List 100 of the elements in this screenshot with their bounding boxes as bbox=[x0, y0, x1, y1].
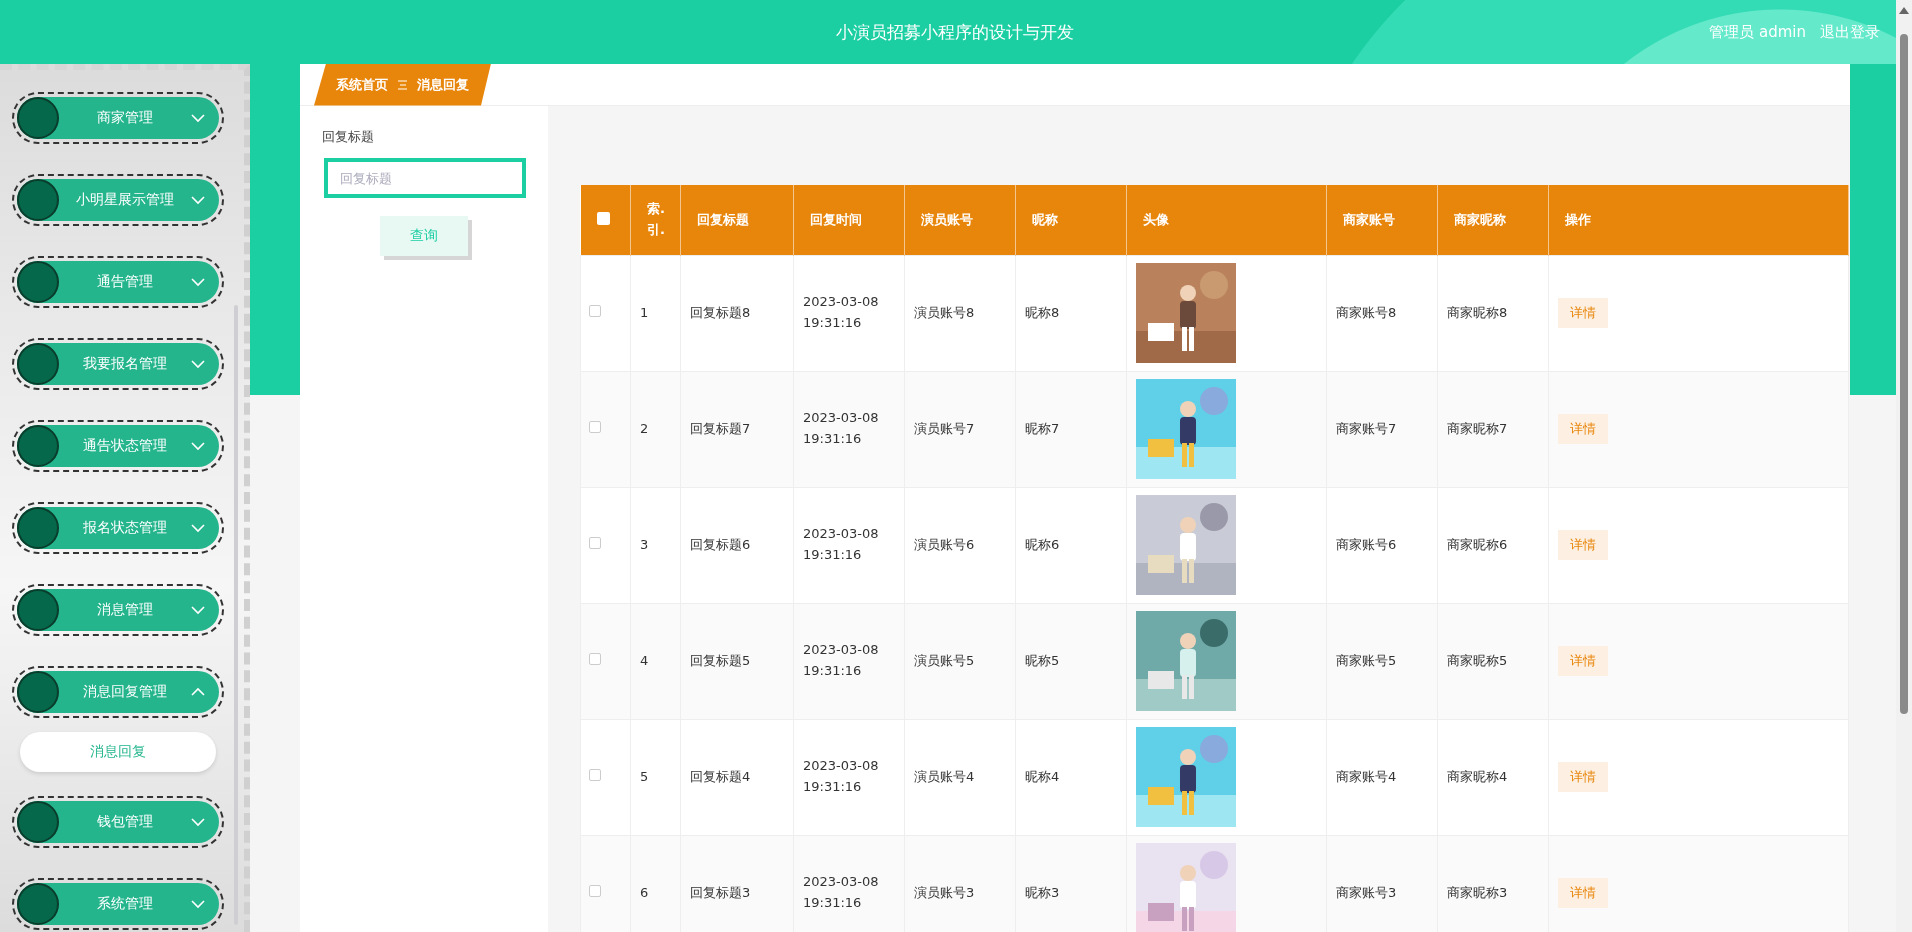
circle-icon bbox=[17, 97, 59, 139]
table-cell: 演员账号8 bbox=[914, 304, 975, 320]
sidebar-scrollbar[interactable] bbox=[234, 305, 238, 925]
column-header: 演员账号 bbox=[921, 211, 973, 227]
circle-icon bbox=[17, 507, 59, 549]
table-cell: 演员账号5 bbox=[914, 652, 975, 668]
detail-button[interactable]: 详情 bbox=[1558, 298, 1608, 328]
circle-icon bbox=[17, 343, 59, 385]
column-header: 回复标题 bbox=[697, 211, 749, 227]
chevron-down-icon bbox=[191, 523, 205, 533]
detail-button[interactable]: 详情 bbox=[1558, 762, 1608, 792]
table-cell: 商家账号4 bbox=[1336, 768, 1397, 784]
circle-icon bbox=[17, 425, 59, 467]
table-cell: 商家昵称8 bbox=[1447, 304, 1508, 320]
row-checkbox[interactable] bbox=[589, 768, 601, 781]
circle-icon bbox=[17, 589, 59, 631]
circle-icon bbox=[17, 671, 59, 713]
table-cell: 5 bbox=[640, 768, 649, 784]
detail-button[interactable]: 详情 bbox=[1558, 530, 1608, 560]
circle-icon bbox=[17, 801, 59, 843]
breadcrumb-link[interactable]: 系统首页 bbox=[336, 75, 388, 94]
table-cell: 商家昵称4 bbox=[1447, 768, 1508, 784]
table-cell: 商家昵称5 bbox=[1447, 652, 1508, 668]
menu-item[interactable]: 小明星展示管理 bbox=[12, 174, 224, 226]
app-title: 小演员招募小程序的设计与开发 bbox=[834, 20, 1075, 44]
chevron-down-icon bbox=[191, 113, 205, 123]
menu-item[interactable]: 消息管理 bbox=[12, 584, 224, 636]
circle-icon bbox=[17, 179, 59, 221]
row-checkbox[interactable] bbox=[589, 304, 601, 317]
title-search-field[interactable]: 回复标题 bbox=[324, 158, 526, 198]
column-header: 昵称 bbox=[1032, 211, 1058, 227]
column-header: 商家昵称 bbox=[1454, 211, 1506, 227]
table-cell: 回复标题5 bbox=[690, 652, 751, 668]
table-cell: 昵称6 bbox=[1025, 536, 1060, 552]
table-cell: 演员账号3 bbox=[914, 884, 975, 900]
column-header: 索.引. bbox=[647, 199, 665, 239]
column-header: 商家账号 bbox=[1343, 211, 1395, 227]
page-scrollbar[interactable] bbox=[1896, 0, 1912, 932]
table-cell: 商家账号8 bbox=[1336, 304, 1397, 320]
menu-item[interactable]: 消息回复管理 bbox=[12, 666, 224, 718]
separator-icon bbox=[398, 79, 407, 90]
logout-link[interactable]: 退出登录 bbox=[1820, 22, 1880, 42]
field-label: 回复标题 bbox=[322, 128, 375, 146]
menu-item[interactable]: 我要报名管理 bbox=[12, 338, 224, 390]
table-cell: 回复标题3 bbox=[690, 884, 751, 900]
row-checkbox[interactable] bbox=[589, 884, 601, 897]
column-header: 头像 bbox=[1143, 211, 1169, 227]
table-cell: 2023-03-08 19:31:16 bbox=[803, 642, 879, 678]
table-cell: 2023-03-08 19:31:16 bbox=[803, 294, 879, 330]
table-cell: 回复标题6 bbox=[690, 536, 751, 552]
table-cell: 商家账号6 bbox=[1336, 536, 1397, 552]
table-cell: 昵称5 bbox=[1025, 652, 1060, 668]
select-all-checkbox[interactable] bbox=[596, 211, 610, 225]
table-cell: 回复标题4 bbox=[690, 768, 751, 784]
table-cell: 商家昵称6 bbox=[1447, 536, 1508, 552]
table-cell: 回复标题8 bbox=[690, 304, 751, 320]
menu-item[interactable]: 系统管理 bbox=[12, 878, 224, 930]
chevron-down-icon bbox=[191, 277, 205, 287]
table-cell: 昵称4 bbox=[1025, 768, 1060, 784]
table-cell: 商家昵称7 bbox=[1447, 420, 1508, 436]
row-checkbox[interactable] bbox=[589, 420, 601, 433]
table-cell: 2 bbox=[640, 420, 649, 436]
table-cell: 2023-03-08 19:31:16 bbox=[803, 410, 879, 446]
table-cell: 2023-03-08 19:31:16 bbox=[803, 526, 879, 562]
table-cell: 昵称7 bbox=[1025, 420, 1060, 436]
row-checkbox[interactable] bbox=[589, 536, 601, 549]
menu-item[interactable]: 通告状态管理 bbox=[12, 420, 224, 472]
table-cell: 2023-03-08 19:31:16 bbox=[803, 874, 879, 910]
table-cell: 昵称8 bbox=[1025, 304, 1060, 320]
table-cell: 演员账号4 bbox=[914, 768, 975, 784]
row-checkbox[interactable] bbox=[589, 652, 601, 665]
table-cell: 商家账号3 bbox=[1336, 884, 1397, 900]
table-cell: 2023-03-08 19:31:16 bbox=[803, 758, 879, 794]
table-cell: 4 bbox=[640, 652, 649, 668]
menu-item[interactable]: 商家管理 bbox=[12, 92, 224, 144]
chevron-down-icon bbox=[191, 195, 205, 205]
detail-button[interactable]: 详情 bbox=[1558, 646, 1608, 676]
table-cell: 商家账号7 bbox=[1336, 420, 1397, 436]
chevron-down-icon bbox=[191, 359, 205, 369]
detail-button[interactable]: 详情 bbox=[1558, 878, 1608, 908]
chevron-down-icon bbox=[191, 899, 205, 909]
chevron-down-icon bbox=[191, 817, 205, 827]
table-cell: 商家昵称3 bbox=[1447, 884, 1508, 900]
table-cell: 商家账号5 bbox=[1336, 652, 1397, 668]
chevron-up-icon bbox=[191, 687, 205, 697]
breadcrumb-link[interactable]: 消息回复 bbox=[417, 75, 469, 94]
detail-button[interactable]: 详情 bbox=[1558, 414, 1608, 444]
menu-item[interactable]: 报名状态管理 bbox=[12, 502, 224, 554]
circle-icon bbox=[17, 883, 59, 925]
table-cell: 演员账号6 bbox=[914, 536, 975, 552]
scrollbar-thumb[interactable] bbox=[1900, 34, 1908, 714]
submenu-item[interactable]: 消息回复 bbox=[20, 732, 216, 772]
column-header: 操作 bbox=[1565, 211, 1591, 227]
menu-item[interactable]: 通告管理 bbox=[12, 256, 224, 308]
table-cell: 1 bbox=[640, 304, 649, 320]
menu-item[interactable]: 钱包管理 bbox=[12, 796, 224, 848]
table-cell: 昵称3 bbox=[1025, 884, 1060, 900]
scroll-up-icon[interactable] bbox=[1899, 6, 1909, 14]
user-name: 管理员 admin bbox=[1709, 22, 1806, 42]
table-cell: 3 bbox=[640, 536, 649, 552]
